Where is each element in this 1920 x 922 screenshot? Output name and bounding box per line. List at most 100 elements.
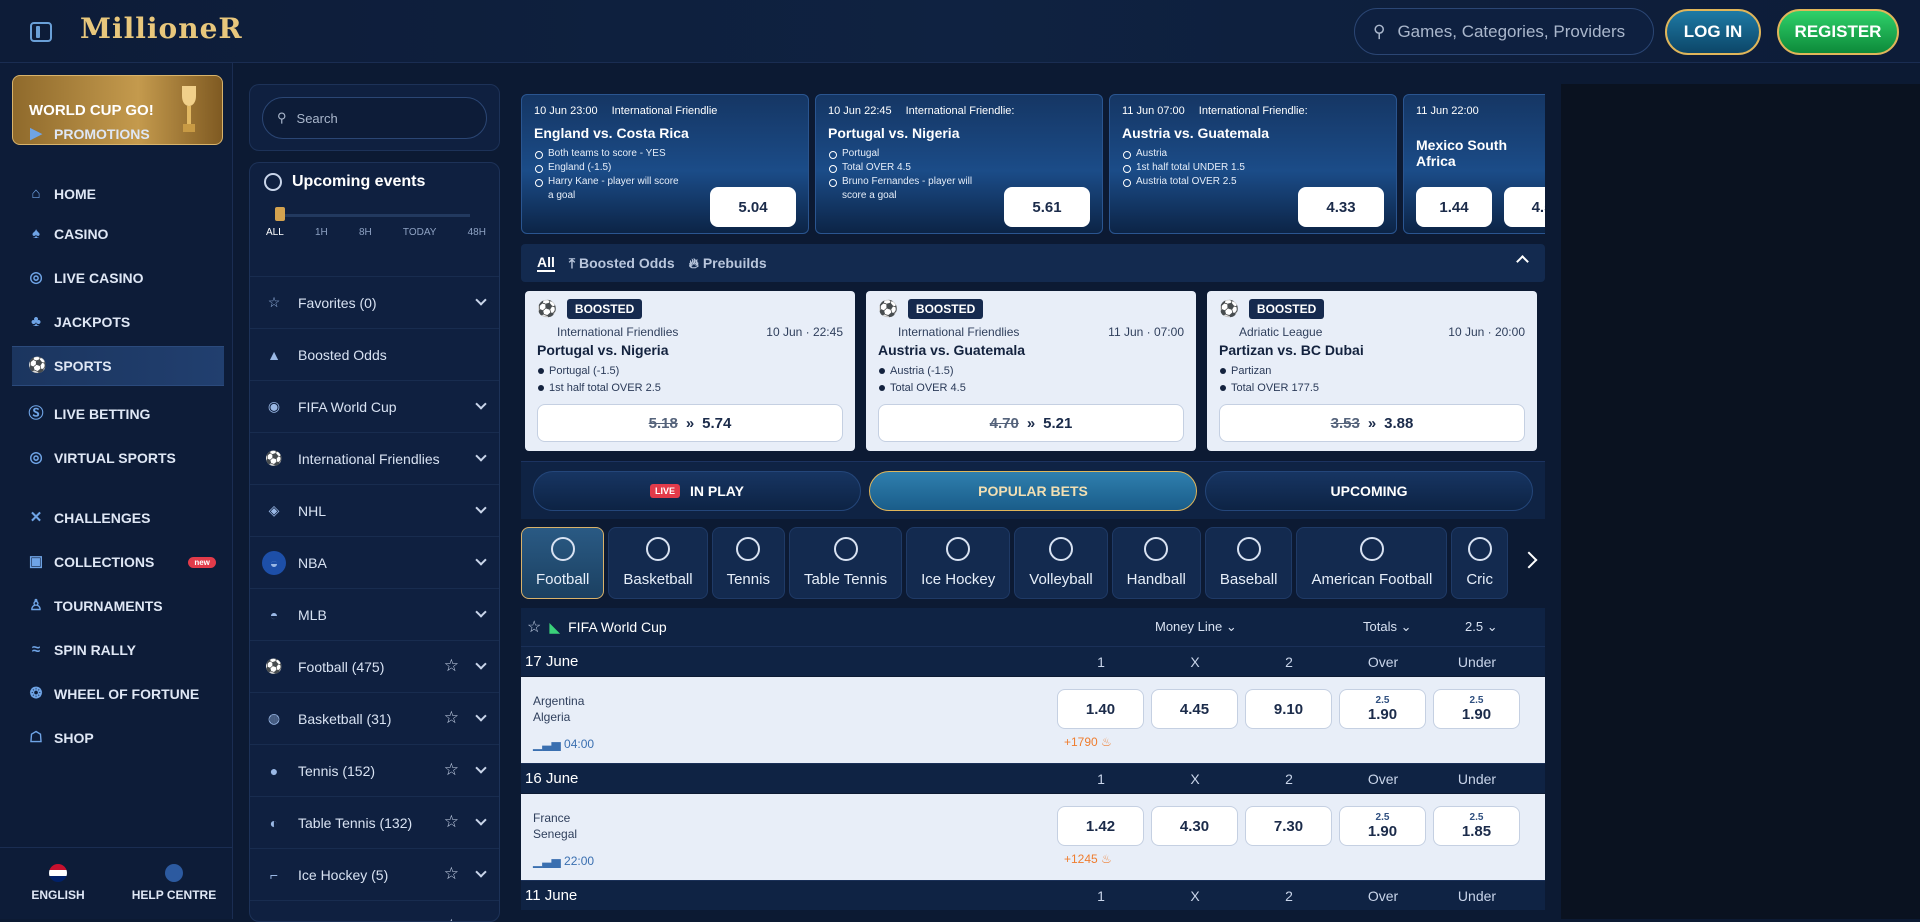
sidebar-item-virtual-sports[interactable]: ◎VIRTUAL SPORTS [0, 438, 233, 478]
boosted-odds-button[interactable]: 4.70»5.21 [878, 404, 1184, 442]
sport-tennis[interactable]: Tennis [712, 527, 785, 599]
totals-dropdown[interactable]: Totals ⌄ [1363, 619, 1411, 635]
chevron-down-icon[interactable] [475, 502, 486, 513]
sport-basketball[interactable]: Basketball [608, 527, 707, 599]
event-row-ice-hockey[interactable]: ⌐Ice Hockey (5)☆ [250, 848, 499, 900]
event-row-nba[interactable]: ◒NBA [250, 536, 499, 588]
sport-table-tennis[interactable]: Table Tennis [789, 527, 902, 599]
sidebar-item-home[interactable]: ⌂HOME [0, 174, 233, 214]
more-markets-link[interactable]: +1790 ♨ [1064, 735, 1112, 749]
sidebar-item-live-casino[interactable]: ◎LIVE CASINO [0, 258, 233, 298]
favorite-star-icon[interactable]: ☆ [444, 812, 459, 832]
card-odds-button[interactable]: 5.61 [1004, 187, 1090, 227]
sidebar-item-jackpots[interactable]: ♣JACKPOTS [0, 302, 233, 342]
sidebar-item-live-betting[interactable]: ⓈLIVE BETTING [0, 394, 233, 434]
chevron-down-icon[interactable] [475, 294, 486, 305]
bet-builder-card[interactable]: 10 Jun 22:45International Friendlie:Port… [815, 94, 1103, 234]
chevron-down-icon[interactable] [475, 866, 486, 877]
table-row[interactable]: FranceSenegal▁▃▅ 22:00+1245 ♨1.424.307.3… [521, 794, 1545, 880]
over-odds-button[interactable]: 2.51.90 [1339, 806, 1426, 846]
sidebar-item-casino[interactable]: ♠CASINO [0, 214, 233, 254]
time-filter-slider[interactable] [280, 214, 470, 217]
card-odds-button[interactable]: 1.44 [1416, 187, 1492, 227]
favorite-star-icon[interactable]: ☆ [444, 916, 459, 922]
chevron-down-icon[interactable] [475, 658, 486, 669]
time-filter-all[interactable]: ALL [266, 227, 284, 238]
tab-in-play[interactable]: LIVE IN PLAY [533, 471, 861, 511]
sidebar-item-promotions[interactable]: ▶PROMOTIONS [0, 114, 233, 154]
event-row-football[interactable]: ⚽Football (475)☆ [250, 640, 499, 692]
filter-prebuilds[interactable]: 🔥︎ Prebuilds [689, 255, 767, 272]
chevron-down-icon[interactable] [475, 762, 486, 773]
more-markets-link[interactable]: +1245 ♨ [1064, 852, 1112, 866]
event-row-boosted-odds[interactable]: ▲Boosted Odds [250, 328, 499, 380]
card-odds-button[interactable]: 5.04 [710, 187, 796, 227]
logo[interactable]: MillioneR [80, 12, 243, 45]
odds-button[interactable]: 1.40 [1057, 689, 1144, 729]
sidebar-toggle-icon[interactable] [30, 22, 52, 42]
chevron-down-icon[interactable] [475, 554, 486, 565]
chevron-down-icon[interactable] [475, 606, 486, 617]
favorite-star-icon[interactable]: ☆ [444, 760, 459, 780]
help-centre-link[interactable]: HELP CENTRE [124, 864, 224, 902]
bet-builder-card[interactable]: 10 Jun 23:00International FriendlieEngla… [521, 94, 809, 234]
table-row[interactable]: ArgentinaAlgeria▁▃▅ 04:00+1790 ♨1.404.45… [521, 677, 1545, 763]
bet-builder-card[interactable]: 11 Jun 22:00Mexico South Africa1.444.5 [1403, 94, 1545, 234]
odds-button[interactable]: 7.30 [1245, 806, 1332, 846]
event-row-fifa-world-cup[interactable]: ◉FIFA World Cup [250, 380, 499, 432]
sidebar-item-spin-rally[interactable]: ≈SPIN RALLY [0, 630, 233, 670]
tab-upcoming[interactable]: UPCOMING [1205, 471, 1533, 511]
odds-button[interactable]: 4.45 [1151, 689, 1238, 729]
time-filter-48h[interactable]: 48H [468, 227, 486, 238]
sport-football[interactable]: Football [521, 527, 604, 599]
event-row-mlb[interactable]: ◓MLB [250, 588, 499, 640]
sport-handball[interactable]: Handball [1112, 527, 1201, 599]
sidebar-item-wheel-of-fortune[interactable]: ❂WHEEL OF FORTUNE [0, 674, 233, 714]
line-dropdown[interactable]: 2.5 ⌄ [1465, 619, 1498, 635]
event-row-international-friendlies[interactable]: ⚽International Friendlies [250, 432, 499, 484]
boosted-odds-card[interactable]: ⚽BOOSTEDAdriatic League10 Jun · 20:00Par… [1207, 291, 1537, 451]
event-row-basketball[interactable]: ◍Basketball (31)☆ [250, 692, 499, 744]
boosted-odds-card[interactable]: ⚽BOOSTEDInternational Friendlies10 Jun ·… [525, 291, 855, 451]
sidebar-item-sports[interactable]: ⚽SPORTS [12, 346, 224, 386]
star-icon[interactable]: ☆ [527, 617, 541, 637]
boosted-odds-card[interactable]: ⚽BOOSTEDInternational Friendlies11 Jun ·… [866, 291, 1196, 451]
sport-volleyball[interactable]: Volleyball [1014, 527, 1107, 599]
chevron-down-icon[interactable] [475, 710, 486, 721]
language-selector[interactable]: ENGLISH [8, 864, 108, 902]
favorite-star-icon[interactable]: ☆ [444, 864, 459, 884]
chevron-down-icon[interactable] [475, 814, 486, 825]
filter-all[interactable]: All [537, 254, 555, 272]
card-odds-button[interactable]: 4.5 [1504, 187, 1545, 227]
under-odds-button[interactable]: 2.51.85 [1433, 806, 1520, 846]
filter-boosted-odds[interactable]: ⤒ Boosted Odds [569, 255, 675, 272]
favorite-star-icon[interactable]: ☆ [444, 656, 459, 676]
tab-popular-bets[interactable]: POPULAR BETS [869, 471, 1197, 511]
login-button[interactable]: LOG IN [1665, 9, 1761, 55]
chevron-down-icon[interactable] [475, 398, 486, 409]
sport-american-football[interactable]: American Football [1296, 527, 1447, 599]
chevron-down-icon[interactable] [475, 450, 486, 461]
sidebar-item-collections[interactable]: ▣COLLECTIONSnew [0, 542, 233, 582]
event-row-nhl[interactable]: ◈NHL [250, 484, 499, 536]
card-odds-button[interactable]: 4.33 [1298, 187, 1384, 227]
register-button[interactable]: REGISTER [1777, 9, 1899, 55]
odds-button[interactable]: 9.10 [1245, 689, 1332, 729]
sidebar-item-challenges[interactable]: ✕CHALLENGES [0, 498, 233, 538]
event-row-tennis[interactable]: ●Tennis (152)☆ [250, 744, 499, 796]
sport-ice-hockey[interactable]: Ice Hockey [906, 527, 1010, 599]
money-line-dropdown[interactable]: Money Line ⌄ [1155, 619, 1237, 635]
events-search-input[interactable]: ⚲ Search [262, 97, 487, 139]
event-row-favorites[interactable]: ☆Favorites (0) [250, 276, 499, 328]
boosted-odds-button[interactable]: 5.18»5.74 [537, 404, 843, 442]
event-row-table-tennis[interactable]: ◐Table Tennis (132)☆ [250, 796, 499, 848]
odds-button[interactable]: 4.30 [1151, 806, 1238, 846]
boosted-odds-button[interactable]: 3.53»3.88 [1219, 404, 1525, 442]
favorite-star-icon[interactable]: ☆ [444, 708, 459, 728]
over-odds-button[interactable]: 2.51.90 [1339, 689, 1426, 729]
time-filter-1h[interactable]: 1H [315, 227, 328, 238]
sidebar-item-shop[interactable]: ☖SHOP [0, 718, 233, 758]
time-filter-today[interactable]: TODAY [403, 227, 437, 238]
sport-cric[interactable]: Cric [1451, 527, 1508, 599]
global-search-input[interactable]: ⚲ Games, Categories, Providers [1354, 8, 1654, 55]
